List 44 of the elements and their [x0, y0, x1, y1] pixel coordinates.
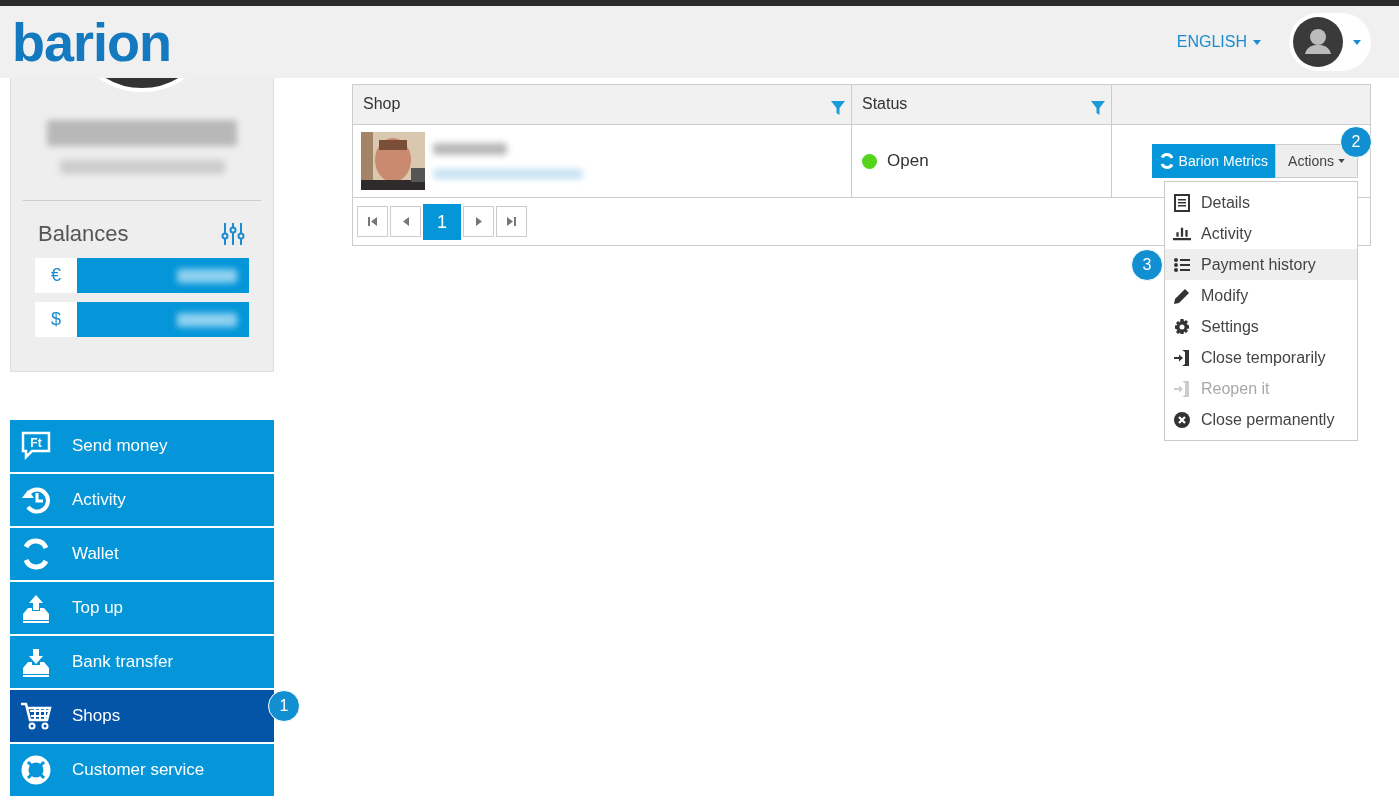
menu-item[interactable]: Modify [1165, 280, 1357, 311]
first-page-button[interactable] [357, 206, 388, 237]
door-icon [1173, 379, 1191, 398]
menu-item[interactable]: Close permanently [1165, 404, 1357, 435]
filter-icon[interactable] [831, 101, 845, 115]
menu-item[interactable]: Settings [1165, 311, 1357, 342]
column-header[interactable]: Status [852, 85, 1112, 125]
list-icon [1173, 255, 1191, 274]
last-page-button[interactable] [496, 206, 527, 237]
menu-item[interactable]: Activity [1165, 218, 1357, 249]
first-page-icon [368, 217, 377, 226]
door-icon [1173, 348, 1191, 367]
step-badge: 1 [268, 690, 300, 722]
caret-icon [1338, 159, 1345, 163]
next-icon [475, 217, 482, 226]
step-badge: 2 [1340, 126, 1372, 158]
speech-bubble-icon: Ft [20, 430, 52, 462]
circular-arrows-icon [1158, 153, 1175, 169]
lifebuoy-icon [20, 754, 52, 786]
filter-icon[interactable] [1091, 101, 1105, 115]
status-text: Open [887, 151, 929, 171]
balances-title: Balances [38, 221, 129, 247]
previous-icon [402, 217, 409, 226]
menu-item[interactable]: Details [1165, 187, 1357, 218]
previous-page-button[interactable] [390, 206, 421, 237]
currency-symbol: $ [35, 302, 77, 337]
close-circle-icon [1173, 410, 1191, 429]
caret-icon [1253, 39, 1261, 45]
next-page-button[interactable] [463, 206, 494, 237]
download-icon [20, 646, 52, 678]
settings-icon [1173, 317, 1191, 336]
menu-item[interactable]: Close temporarily [1165, 342, 1357, 373]
step-badge: 3 [1131, 249, 1163, 281]
cart-icon [20, 700, 52, 732]
sidebar-item[interactable]: Shops [10, 690, 274, 742]
document-icon [1173, 193, 1191, 212]
column-header[interactable]: Shop [353, 85, 852, 125]
caret-icon [1353, 39, 1361, 45]
last-page-icon [507, 217, 516, 226]
logo[interactable]: barion [12, 15, 171, 69]
currency-symbol: € [35, 258, 77, 293]
pencil-icon [1173, 286, 1191, 305]
user-avatar-icon [1293, 17, 1343, 67]
sliders-icon[interactable] [220, 221, 246, 247]
